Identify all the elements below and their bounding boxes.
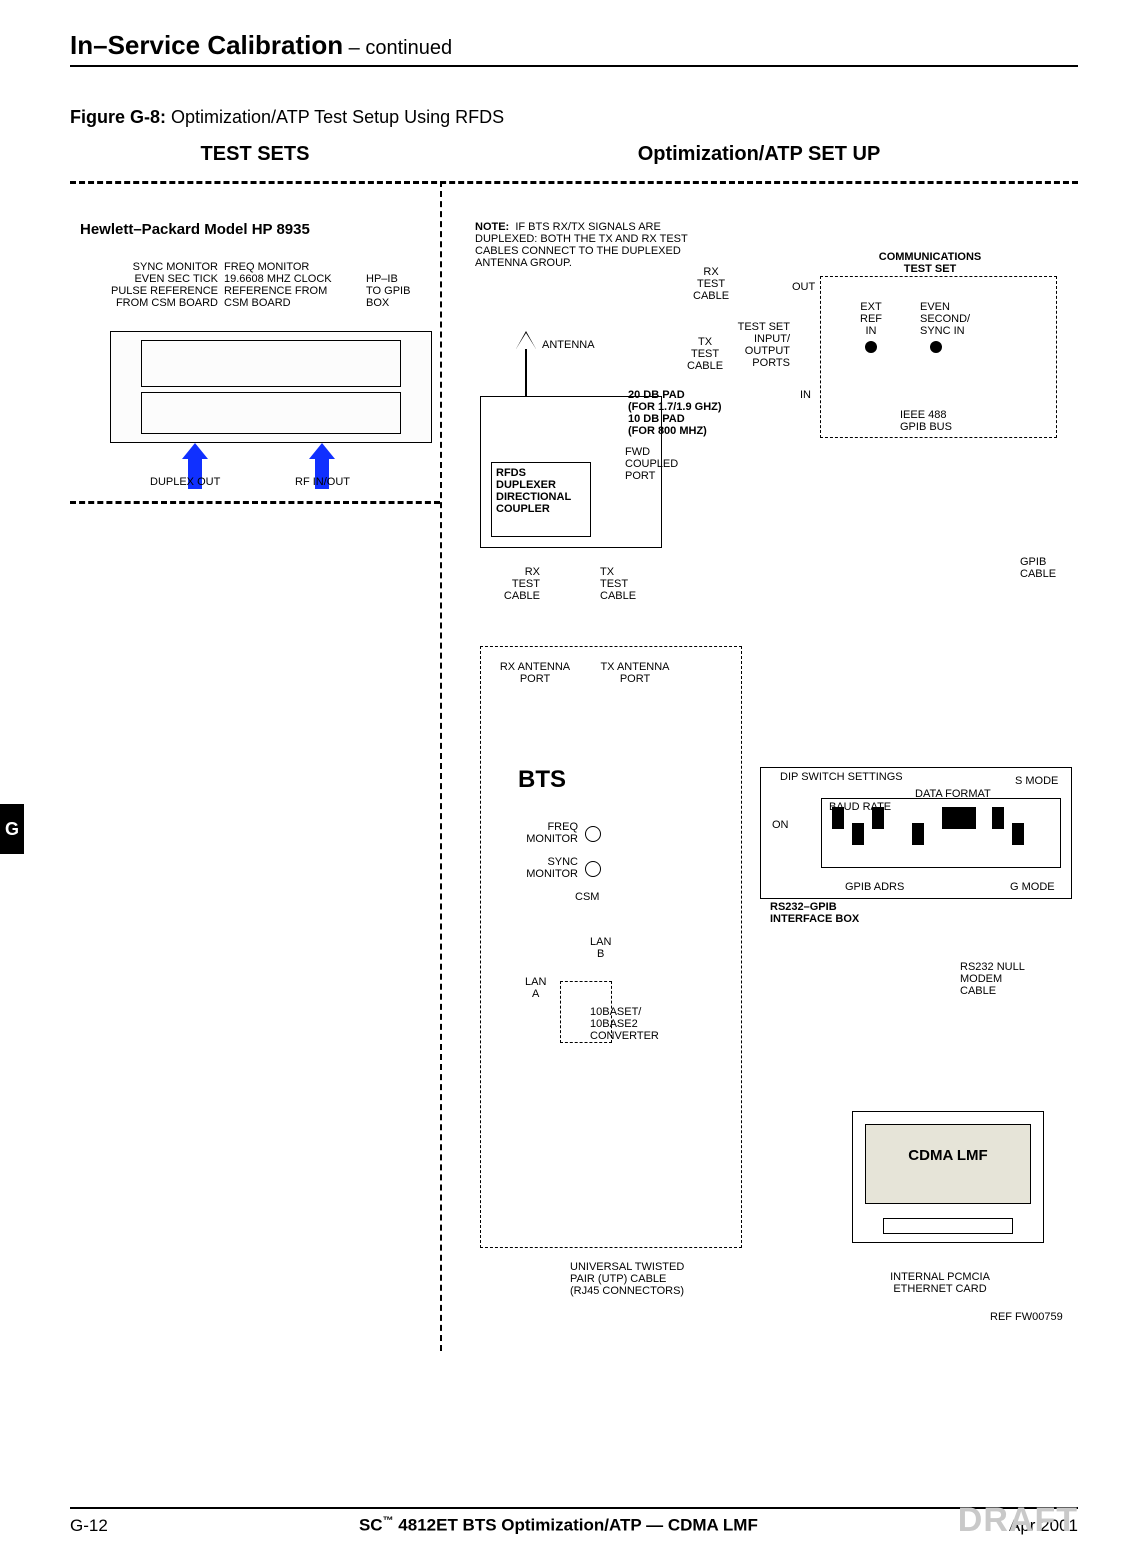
header-cont: – continued [343,37,452,59]
out-label: OUT [792,281,815,293]
rs232-box-label: RS232–GPIB INTERFACE BOX [770,901,859,925]
freq-port [585,826,601,842]
antenna-label: ANTENNA [542,339,595,351]
running-header: In–Service Calibration – continued [70,30,1078,61]
hpib-label: HP–IB TO GPIB BOX [366,273,410,309]
ext-ref-port [865,341,877,353]
tx-test-cable: TX TEST CABLE [687,336,723,372]
left-bottom-dash [70,501,440,504]
lan-a: LAN A [525,976,546,1000]
page-number: G-12 [70,1516,108,1536]
diagram-area: Hewlett–Packard Model HP 8935 SYNC MONIT… [70,171,1078,1351]
gpib-adrs: GPIB ADRS [845,881,904,893]
antenna-icon [516,331,536,349]
figure-text: Optimization/ATP Test Setup Using RFDS [166,107,504,127]
tx-cable-2: TX TEST CABLE [600,566,636,602]
sync-monitor: SYNC MONITOR [518,856,578,880]
hp-upper-panel [141,340,401,387]
hp-lower-panel [141,392,401,434]
header-title: In–Service Calibration [70,30,343,60]
footer-rule [70,1507,1078,1509]
section-tab-g: G [0,804,24,854]
data-format: DATA FORMAT [915,788,991,800]
footer-title: SC™ 4812ET BTS Optimization/ATP — CDMA L… [359,1515,758,1536]
note-text: NOTE: IF BTS RX/TX SIGNALS ARE DUPLEXED:… [475,221,725,269]
coupler-box: RFDS DUPLEXER DIRECTIONAL COUPLER [480,396,662,548]
dip-title: DIP SWITCH SETTINGS [780,771,903,783]
sync-port [585,861,601,877]
pcmcia-label: INTERNAL PCMCIA ETHERNET CARD [870,1271,1010,1295]
duplex-out: DUPLEX OUT [150,476,220,488]
cdma-screen: CDMA LMF [865,1124,1031,1204]
ref-number: REF FW00759 [990,1311,1063,1323]
tx-ant-port: TX ANTENNA PORT [590,661,680,685]
section-labels: TEST SETS Optimization/ATP SET UP [70,143,1078,166]
rf-inout: RF IN/OUT [295,476,350,488]
top-dash [70,181,1078,184]
comm-test-set-box [820,276,1057,438]
hp-device [110,331,432,443]
section-atp-setup: Optimization/ATP SET UP [440,143,1078,166]
rx-cable-2: RX TEST CABLE [495,566,540,602]
vertical-dash [440,181,442,1351]
rs232-null: RS232 NULL MODEM CABLE [960,961,1025,997]
coupler-label: RFDS DUPLEXER DIRECTIONAL COUPLER [491,462,591,537]
rx-test-cable: RX TEST CABLE [693,266,729,302]
comm-test-set: COMMUNICATIONS TEST SET [860,251,1000,275]
draft-watermark: DRAFT [958,1501,1078,1540]
figure-label: Figure G-8: [70,107,166,127]
csm-label: CSM [575,891,599,903]
baud-rate: BAUD RATE [829,801,891,813]
sync-in-port [930,341,942,353]
lan-b: LAN B [590,936,611,960]
figure-caption: Figure G-8: Optimization/ATP Test Setup … [70,107,1078,128]
sync-label: SYNC MONITOR EVEN SEC TICK PULSE REFEREN… [98,261,218,309]
freq-label: FREQ MONITOR 19.6608 MHZ CLOCK REFERENCE… [224,261,332,309]
page-footer: G-12 SC™ 4812ET BTS Optimization/ATP — C… [0,1507,1148,1536]
antenna-stem [525,349,527,397]
hp-title: Hewlett–Packard Model HP 8935 [80,221,310,238]
section-test-sets: TEST SETS [70,143,440,166]
utp-label: UNIVERSAL TWISTED PAIR (UTP) CABLE (RJ45… [570,1261,684,1297]
freq-monitor: FREQ MONITOR [518,821,578,845]
s-mode: S MODE [1015,775,1058,787]
converter-box [560,981,612,1043]
on-label: ON [772,819,789,831]
cdma-keyboard [883,1218,1013,1234]
rx-ant-port: RX ANTENNA PORT [490,661,580,685]
bts-label: BTS [518,766,566,794]
header-rule [70,65,1078,67]
in-label: IN [800,389,811,401]
gpib-cable: GPIB CABLE [1020,556,1056,580]
g-mode: G MODE [1010,881,1055,893]
cdma-box: CDMA LMF [852,1111,1044,1243]
test-set-ports: TEST SET INPUT/ OUTPUT PORTS [730,321,790,369]
